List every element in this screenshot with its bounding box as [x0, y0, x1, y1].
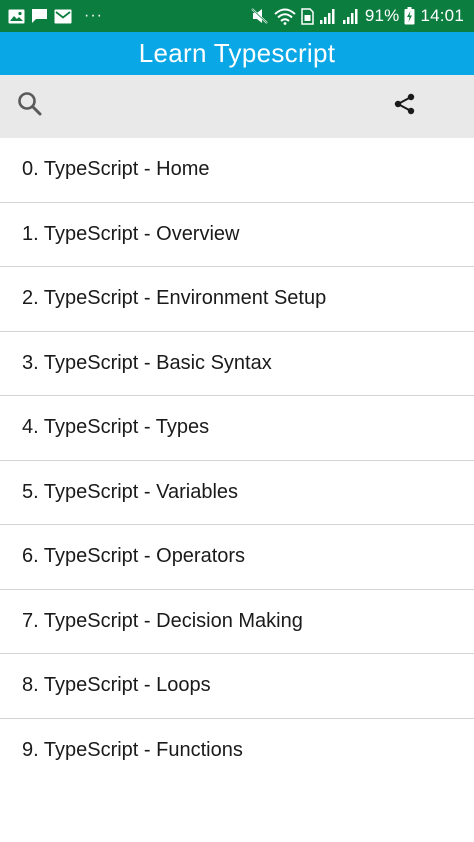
mail-icon [54, 9, 72, 24]
list-item-label: 4. TypeScript - Types [22, 416, 210, 439]
list-item[interactable]: 6. TypeScript - Operators [0, 525, 474, 590]
status-left: ··· [8, 8, 103, 24]
list-item-label: 2. TypeScript - Environment Setup [22, 287, 327, 310]
app-title: Learn Typescript [138, 38, 336, 68]
list-item[interactable]: 5. TypeScript - Variables [0, 461, 474, 525]
app-bar: Learn Typescript [0, 32, 474, 75]
list-item[interactable]: 8. TypeScript - Loops [0, 654, 474, 719]
signal-icon [342, 8, 360, 24]
search-button[interactable] [0, 75, 60, 138]
message-icon [31, 8, 48, 24]
search-icon [17, 91, 43, 122]
battery-icon [404, 7, 415, 25]
list-item[interactable]: 4. TypeScript - Types [0, 396, 474, 461]
list-item[interactable]: 2. TypeScript - Environment Setup [0, 267, 474, 332]
share-icon [393, 92, 417, 121]
list-item-label: 9. TypeScript - Functions [22, 739, 243, 762]
signal-icon [319, 8, 337, 24]
clock: 14:01 [420, 6, 464, 25]
status-right: 91% 14:01 [251, 6, 464, 26]
list-item[interactable]: 0. TypeScript - Home [0, 138, 474, 203]
image-icon [8, 9, 25, 24]
overflow-dots: ··· [84, 7, 103, 24]
list-item-label: 6. TypeScript - Operators [22, 545, 246, 568]
list-item[interactable]: 9. TypeScript - Functions [0, 719, 474, 784]
status-bar: ··· 91% 14:01 [0, 0, 474, 32]
list-item-label: 5. TypeScript - Variables [22, 480, 239, 503]
list-item[interactable]: 1. TypeScript - Overview [0, 203, 474, 267]
wifi-icon [274, 8, 296, 25]
list-item[interactable]: 7. TypeScript - Decision Making [0, 590, 474, 654]
list-item-label: 1. TypeScript - Overview [22, 222, 240, 245]
chapter-list: 0. TypeScript - Home 1. TypeScript - Ove… [0, 138, 474, 783]
toolbar [0, 75, 474, 138]
mute-icon [251, 8, 269, 24]
battery-percent: 91% [364, 6, 400, 25]
list-item-label: 8. TypeScript - Loops [22, 674, 211, 697]
share-button[interactable] [375, 75, 435, 138]
sim-icon [301, 7, 314, 25]
list-item-label: 0. TypeScript - Home [22, 158, 210, 181]
list-item-label: 7. TypeScript - Decision Making [22, 609, 303, 632]
list-item-label: 3. TypeScript - Basic Syntax [22, 351, 272, 374]
list-item[interactable]: 3. TypeScript - Basic Syntax [0, 332, 474, 396]
